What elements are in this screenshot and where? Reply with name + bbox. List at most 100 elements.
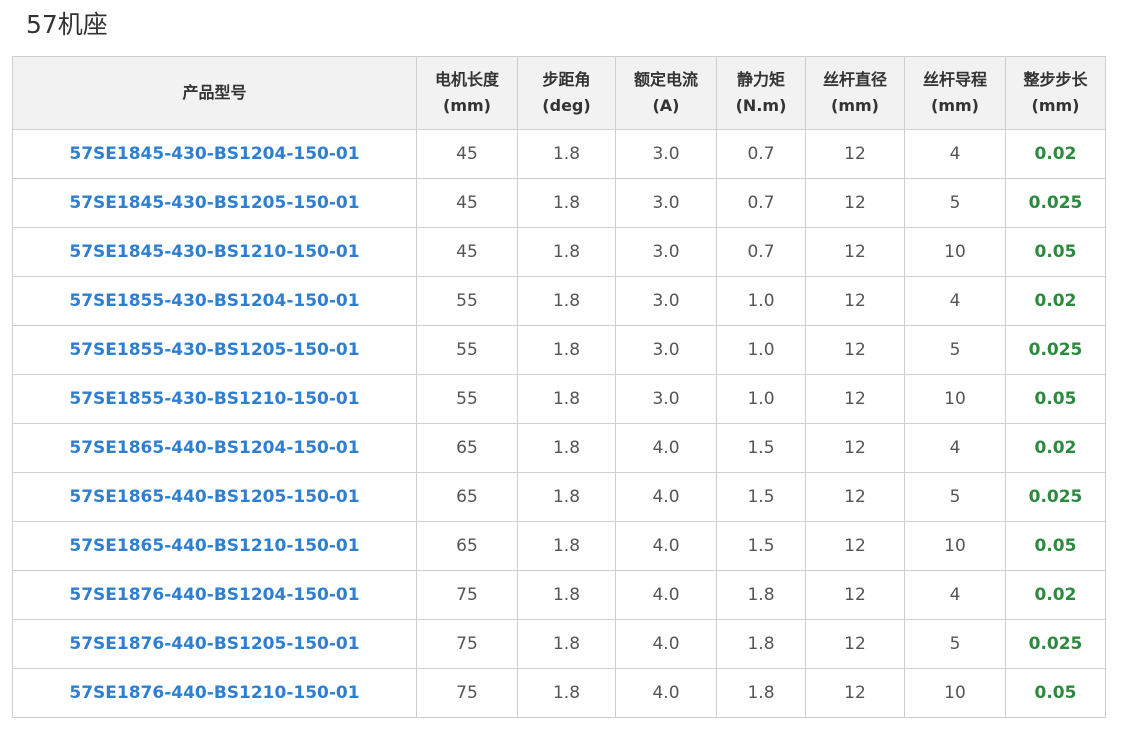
model-link[interactable]: 57SE1876-440-BS1204-150-01 [12, 570, 417, 620]
header-full-step-length: 整步步长 (mm) [1005, 56, 1106, 130]
table-row: 57SE1876-440-BS1210-150-01 75 1.8 4.0 1.… [12, 668, 1106, 718]
page-title: 57机座 [26, 10, 108, 39]
screw-diameter-cell: 12 [805, 374, 905, 424]
holding-torque-cell: 0.7 [716, 178, 806, 228]
screw-diameter-cell: 12 [805, 129, 905, 179]
screw-lead-cell: 4 [904, 423, 1006, 473]
full-step-length-cell: 0.05 [1005, 668, 1106, 718]
step-angle-cell: 1.8 [517, 129, 616, 179]
step-angle-cell: 1.8 [517, 325, 616, 375]
step-angle-cell: 1.8 [517, 374, 616, 424]
holding-torque-cell: 0.7 [716, 227, 806, 277]
screw-lead-cell: 10 [904, 374, 1006, 424]
screw-lead-cell: 4 [904, 276, 1006, 326]
full-step-length-cell: 0.05 [1005, 521, 1106, 571]
table-row: 57SE1865-440-BS1204-150-01 65 1.8 4.0 1.… [12, 423, 1106, 473]
screw-diameter-cell: 12 [805, 276, 905, 326]
full-step-length-cell: 0.02 [1005, 129, 1106, 179]
screw-lead-cell: 5 [904, 178, 1006, 228]
header-motor-length: 电机长度 (mm) [416, 56, 518, 130]
screw-lead-cell: 5 [904, 325, 1006, 375]
model-link[interactable]: 57SE1876-440-BS1210-150-01 [12, 668, 417, 718]
holding-torque-cell: 1.0 [716, 374, 806, 424]
header-rated-current: 额定电流 (A) [615, 56, 717, 130]
rated-current-cell: 4.0 [615, 619, 717, 669]
motor-length-cell: 45 [416, 227, 518, 277]
step-angle-cell: 1.8 [517, 178, 616, 228]
header-model: 产品型号 [12, 56, 417, 130]
model-link[interactable]: 57SE1845-430-BS1204-150-01 [12, 129, 417, 179]
motor-length-cell: 55 [416, 276, 518, 326]
motor-length-cell: 75 [416, 570, 518, 620]
screw-diameter-cell: 12 [805, 227, 905, 277]
model-link[interactable]: 57SE1855-430-BS1210-150-01 [12, 374, 417, 424]
model-link[interactable]: 57SE1876-440-BS1205-150-01 [12, 619, 417, 669]
screw-diameter-cell: 12 [805, 325, 905, 375]
table-row: 57SE1855-430-BS1204-150-01 55 1.8 3.0 1.… [12, 276, 1106, 326]
screw-diameter-cell: 12 [805, 178, 905, 228]
table-row: 57SE1855-430-BS1210-150-01 55 1.8 3.0 1.… [12, 374, 1106, 424]
table-row: 57SE1845-430-BS1210-150-01 45 1.8 3.0 0.… [12, 227, 1106, 277]
header-step-angle: 步距角 (deg) [517, 56, 616, 130]
rated-current-cell: 4.0 [615, 668, 717, 718]
step-angle-cell: 1.8 [517, 423, 616, 473]
step-angle-cell: 1.8 [517, 668, 616, 718]
screw-lead-cell: 4 [904, 129, 1006, 179]
step-angle-cell: 1.8 [517, 619, 616, 669]
table-row: 57SE1876-440-BS1204-150-01 75 1.8 4.0 1.… [12, 570, 1106, 620]
holding-torque-cell: 1.5 [716, 472, 806, 522]
step-angle-cell: 1.8 [517, 276, 616, 326]
screw-lead-cell: 10 [904, 521, 1006, 571]
model-link[interactable]: 57SE1865-440-BS1204-150-01 [12, 423, 417, 473]
motor-length-cell: 75 [416, 668, 518, 718]
step-angle-cell: 1.8 [517, 521, 616, 571]
holding-torque-cell: 1.8 [716, 619, 806, 669]
rated-current-cell: 3.0 [615, 276, 717, 326]
table-row: 57SE1865-440-BS1210-150-01 65 1.8 4.0 1.… [12, 521, 1106, 571]
full-step-length-cell: 0.02 [1005, 423, 1106, 473]
header-row: 产品型号 电机长度 (mm) 步距角 (deg) 额定电流 (A) 静力矩 (N… [12, 56, 1106, 130]
screw-lead-cell: 5 [904, 472, 1006, 522]
model-link[interactable]: 57SE1845-430-BS1205-150-01 [12, 178, 417, 228]
rated-current-cell: 3.0 [615, 374, 717, 424]
motor-length-cell: 75 [416, 619, 518, 669]
screw-diameter-cell: 12 [805, 423, 905, 473]
full-step-length-cell: 0.02 [1005, 276, 1106, 326]
full-step-length-cell: 0.025 [1005, 472, 1106, 522]
motor-length-cell: 45 [416, 178, 518, 228]
screw-lead-cell: 10 [904, 227, 1006, 277]
model-link[interactable]: 57SE1865-440-BS1210-150-01 [12, 521, 417, 571]
motor-length-cell: 65 [416, 472, 518, 522]
model-link[interactable]: 57SE1855-430-BS1205-150-01 [12, 325, 417, 375]
header-screw-diameter: 丝杆直径 (mm) [805, 56, 905, 130]
header-holding-torque: 静力矩 (N.m) [716, 56, 806, 130]
rated-current-cell: 3.0 [615, 129, 717, 179]
holding-torque-cell: 1.5 [716, 521, 806, 571]
full-step-length-cell: 0.025 [1005, 178, 1106, 228]
screw-diameter-cell: 12 [805, 668, 905, 718]
rated-current-cell: 4.0 [615, 423, 717, 473]
model-link[interactable]: 57SE1865-440-BS1205-150-01 [12, 472, 417, 522]
header-screw-lead: 丝杆导程 (mm) [904, 56, 1006, 130]
motor-length-cell: 45 [416, 129, 518, 179]
step-angle-cell: 1.8 [517, 227, 616, 277]
full-step-length-cell: 0.05 [1005, 374, 1106, 424]
full-step-length-cell: 0.025 [1005, 619, 1106, 669]
holding-torque-cell: 1.0 [716, 276, 806, 326]
motor-length-cell: 65 [416, 521, 518, 571]
holding-torque-cell: 1.8 [716, 668, 806, 718]
rated-current-cell: 3.0 [615, 178, 717, 228]
screw-diameter-cell: 12 [805, 521, 905, 571]
model-link[interactable]: 57SE1845-430-BS1210-150-01 [12, 227, 417, 277]
full-step-length-cell: 0.05 [1005, 227, 1106, 277]
holding-torque-cell: 1.0 [716, 325, 806, 375]
screw-diameter-cell: 12 [805, 472, 905, 522]
table-row: 57SE1876-440-BS1205-150-01 75 1.8 4.0 1.… [12, 619, 1106, 669]
table-row: 57SE1845-430-BS1204-150-01 45 1.8 3.0 0.… [12, 129, 1106, 179]
motor-length-cell: 55 [416, 325, 518, 375]
model-link[interactable]: 57SE1855-430-BS1204-150-01 [12, 276, 417, 326]
table-row: 57SE1845-430-BS1205-150-01 45 1.8 3.0 0.… [12, 178, 1106, 228]
screw-lead-cell: 4 [904, 570, 1006, 620]
step-angle-cell: 1.8 [517, 472, 616, 522]
rated-current-cell: 4.0 [615, 570, 717, 620]
